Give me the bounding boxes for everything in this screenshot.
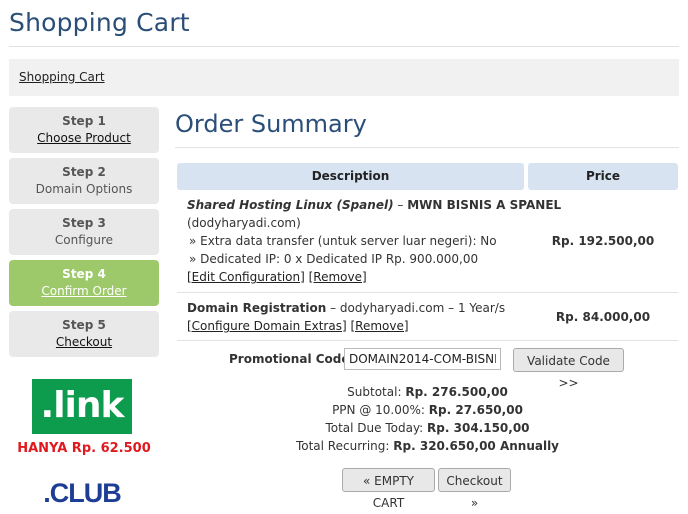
configure-domain-extras-link[interactable]: [Configure Domain Extras] [187, 319, 347, 333]
title-divider [9, 46, 679, 47]
checkout-button[interactable]: Checkout » [438, 468, 511, 510]
item-title-line: Shared Hosting Linux (Spanel) – MWN BISN… [187, 196, 561, 214]
breadcrumb: Shopping Cart [9, 59, 679, 96]
promo-code-label: Promotional Code: [229, 352, 355, 366]
total-recurring-value: Rp. 320.650,00 Annually [393, 439, 560, 453]
step-5-checkout[interactable]: Step 5 Checkout [9, 311, 159, 357]
title-separator: – [393, 198, 408, 212]
total-due-value: Rp. 304.150,00 [427, 421, 530, 435]
item-addon-dedicated-ip: » Dedicated IP: 0 x Dedicated IP Rp. 900… [189, 252, 479, 266]
step-link-checkout[interactable]: Checkout [9, 333, 159, 351]
order-summary-heading: Order Summary [175, 110, 367, 138]
step-link-confirm-order[interactable]: Confirm Order [9, 282, 159, 300]
link-domain-price: HANYA Rp. 62.500 [17, 441, 151, 456]
step-number: Step 2 [62, 165, 106, 179]
subtotal-label: Subtotal: [347, 385, 402, 399]
order-divider [175, 147, 679, 148]
promo-code-input[interactable] [344, 348, 501, 370]
column-header-description: Description [177, 163, 524, 190]
total-recurring-line: Total Recurring: Rp. 320.650,00 Annually [177, 439, 678, 453]
item-price-domain: Rp. 84.000,00 [555, 310, 651, 324]
product-plan-name: MWN BISNIS A SPANEL [407, 198, 562, 212]
item-domain: (dodyharyadi.com) [187, 216, 301, 230]
total-due-label: Total Due Today: [325, 421, 424, 435]
subtotal-line: Subtotal: Rp. 276.500,00 [177, 385, 678, 399]
step-label-domain-options: Domain Options [35, 182, 133, 196]
step-1-choose-product[interactable]: Step 1 Choose Product [9, 107, 159, 153]
link-domain-logo[interactable]: .link [32, 379, 132, 434]
cart-item-hosting: Shared Hosting Linux (Spanel) – MWN BISN… [187, 196, 561, 286]
empty-cart-button[interactable]: « EMPTY CART [342, 468, 435, 510]
total-due-line: Total Due Today: Rp. 304.150,00 [177, 421, 678, 435]
domain-registration-label: Domain Registration [187, 301, 327, 315]
row-divider [177, 340, 678, 341]
cart-item-domain: Domain Registration – dodyharyadi.com – … [187, 299, 505, 335]
page-title: Shopping Cart [9, 8, 190, 37]
club-domain-logo[interactable]: .CLUB [32, 478, 132, 509]
tax-label: PPN @ 10.00%: [332, 403, 425, 417]
promo-code-row: Promotional Code: Validate Code >> [177, 346, 678, 390]
step-number: Step 4 [62, 267, 106, 281]
step-link-choose-product[interactable]: Choose Product [9, 129, 159, 147]
step-number: Step 1 [62, 114, 106, 128]
column-header-price: Price [528, 163, 678, 190]
step-label-configure: Configure [54, 233, 114, 247]
tax-line: PPN @ 10.00%: Rp. 27.650,00 [177, 403, 678, 417]
validate-code-button[interactable]: Validate Code >> [513, 348, 624, 390]
item-addon-transfer: » Extra data transfer (untuk server luar… [189, 234, 497, 248]
item-title-line: Domain Registration – dodyharyadi.com – … [187, 299, 505, 317]
remove-domain-link[interactable]: [Remove] [350, 319, 408, 333]
row-divider [177, 292, 678, 293]
product-group-name: Shared Hosting Linux (Spanel) [187, 198, 394, 212]
edit-configuration-link[interactable]: [Edit Configuration] [187, 270, 305, 284]
step-4-confirm-order[interactable]: Step 4 Confirm Order [9, 260, 159, 306]
step-number: Step 5 [62, 318, 106, 332]
domain-registration-detail: – dodyharyadi.com – 1 Year/s [326, 301, 506, 315]
remove-hosting-link[interactable]: [Remove] [309, 270, 367, 284]
step-3-configure: Step 3 Configure [9, 209, 159, 255]
item-actions: [Configure Domain Extras] [Remove] [187, 317, 505, 335]
subtotal-value: Rp. 276.500,00 [405, 385, 508, 399]
step-2-domain-options: Step 2 Domain Options [9, 158, 159, 204]
breadcrumb-link-shopping-cart[interactable]: Shopping Cart [19, 70, 105, 84]
total-recurring-label: Total Recurring: [295, 439, 390, 453]
tax-value: Rp. 27.650,00 [428, 403, 523, 417]
step-number: Step 3 [62, 216, 106, 230]
item-price-hosting: Rp. 192.500,00 [551, 234, 655, 248]
item-actions: [Edit Configuration] [Remove] [187, 268, 561, 286]
